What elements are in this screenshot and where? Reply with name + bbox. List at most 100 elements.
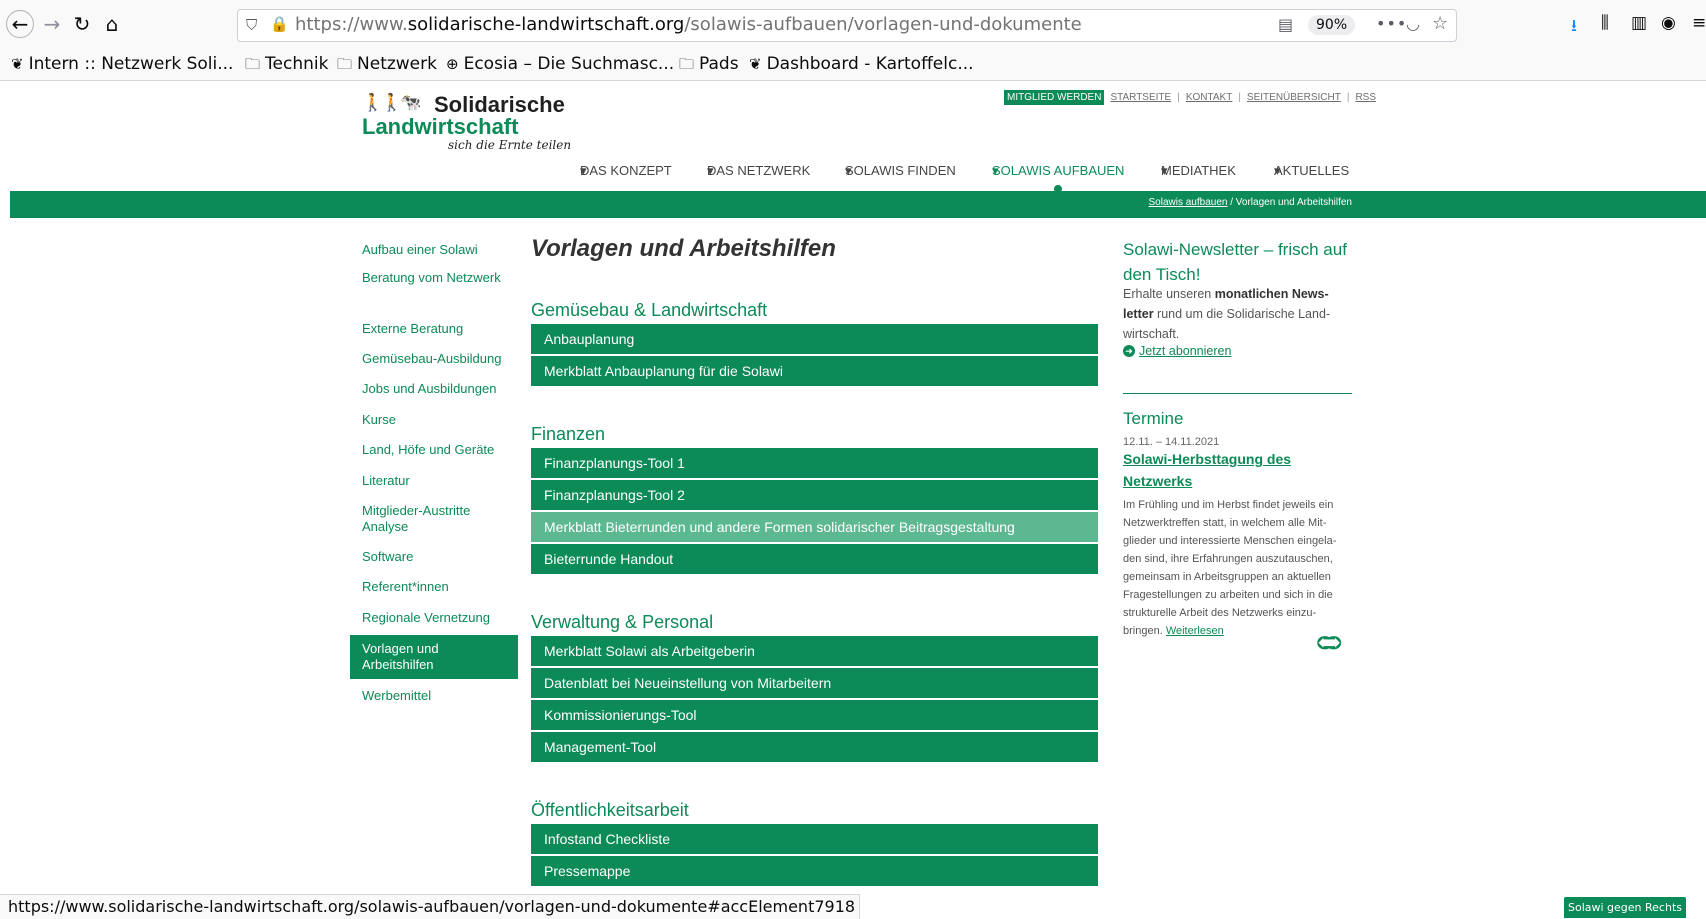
subnav-item-active[interactable]: Vorlagen und Arbeitshilfen [350,635,518,679]
reload-icon[interactable]: ↻ [68,10,96,38]
forward-icon[interactable]: → [38,10,66,38]
bookmark-item[interactable]: ⊕ Ecosia – Die Suchmasc... [446,54,674,74]
accordion-item[interactable]: Finanzplanungs-Tool 2 [531,480,1098,510]
subnav-item[interactable]: Gemüsebau-Ausbildung [350,351,518,367]
logo-tagline: sich die Ernte teilen [448,138,572,152]
next-arrow-icon[interactable]: ⮊ [1328,633,1342,653]
subnav-item[interactable]: Beratung vom Netzwerk [350,270,518,286]
bookmark-folder[interactable]: 🗀 Netzwerk [337,54,437,79]
reader-view-icon[interactable]: ▤ [1278,15,1293,34]
event-link[interactable]: Solawi-Herbsttagung des Netzwerks [1123,448,1352,492]
subnav-label: Aufbau einer Solawi [362,242,478,257]
download-icon[interactable]: ⭳ [1571,13,1577,42]
nav-label: SOLAWIS FINDEN [845,163,956,178]
url-host: solidarische-landwirtschaft.org [407,14,685,35]
section-title: Öffentlichkeitsarbeit [531,800,689,820]
read-more-link[interactable]: Weiterlesen [1166,625,1224,637]
subnav-item[interactable]: Literatur [350,473,518,489]
accordion-item-hovered[interactable]: Merkblatt Bieterrunden und andere Formen… [531,512,1098,542]
url-prefix: https://www. [295,14,408,35]
subnav-label: Software [362,549,414,564]
page-actions-icon[interactable]: ••• [1376,14,1407,33]
subnav-item[interactable]: Externe Beratung [350,321,518,337]
separator: | [1346,92,1350,103]
accordion-item[interactable]: Merkblatt Solawi als Arbeitgeberin [531,636,1098,666]
caret-down-icon: ▾ [1274,163,1281,178]
subnav-label: Gemüsebau-Ausbildung [362,351,502,366]
subscribe-label: Jetzt abonnieren [1139,344,1232,358]
subnav-label: Mitglieder-Austritte Analyse [362,503,471,534]
bookmark-item[interactable]: ❦ Intern :: Netzwerk Soli... [11,54,233,74]
bookmark-folder[interactable]: 🗀 Pads [679,54,739,79]
bookmark-label: Pads [699,54,739,74]
bookmark-label: Technik [265,54,329,74]
menu-icon[interactable]: ≡ [1692,13,1706,33]
subnav-label: Regionale Vernetzung [362,610,490,625]
bookmark-folder[interactable]: 🗀 Technik [245,54,328,79]
subnav-item[interactable]: Werbemittel [350,688,518,704]
sidebar-icon[interactable]: ▥ [1631,13,1647,33]
subnav-item[interactable]: Referent*innen [350,579,518,595]
lock-icon[interactable]: 🔒 [270,15,289,33]
breadcrumb-parent[interactable]: Solawis aufbauen [1149,197,1228,208]
caret-down-icon: ▾ [992,163,999,178]
browser-toolbar: ← → ↻ ⌂ ⛉ 🔒 https://www.solidarische-lan… [0,0,1706,50]
bookmark-label: Intern :: Netzwerk Soli... [28,54,234,74]
subnav-label: Vorlagen und Arbeitshilfen [362,641,439,672]
url-bar[interactable]: ⛉ 🔒 https://www.solidarische-landwirtsch… [237,9,1457,42]
nav-label: MEDIATHEK [1161,163,1236,178]
subnav-item[interactable]: Kurse [350,412,518,428]
subnav-item[interactable]: Land, Höfe und Geräte [350,442,518,458]
subnav-label: Werbemittel [362,688,432,703]
solawi-gegen-rechts-button[interactable]: Solawi gegen Rechts [1564,897,1686,918]
become-member-button[interactable]: MITGLIED WERDEN [1004,90,1105,105]
event-date: 12.11. – 14.11.2021 [1123,436,1220,448]
event-text: Im Frühling und im Herbst findet jeweils… [1123,499,1337,637]
subnav-label: Externe Beratung [362,321,464,336]
newsletter-text-b: rund um die Solidarische Land-wirtschaft… [1123,307,1331,341]
newsletter-title: Solawi-Newsletter – frisch auf den Tisch… [1123,240,1347,284]
subnav-item[interactable]: Mitglieder-Austritte Analyse [350,503,518,535]
accordion-item[interactable]: Datenblatt bei Neueinstellung von Mitarb… [531,668,1098,698]
pocket-icon[interactable]: ◡ [1406,14,1420,33]
accordion-item[interactable]: Pressemappe [531,856,1098,886]
home-icon[interactable]: ⌂ [98,10,126,38]
accordion-item[interactable]: Merkblatt Anbauplanung für die Solawi [531,356,1098,386]
separator: | [1177,92,1180,103]
breadcrumb-bar: Solawis aufbauen / Vorlagen und Arbeitsh… [10,191,1706,218]
subnav-item[interactable]: Software [350,549,518,565]
event-pager: ⮈⮊ [1317,633,1342,654]
breadcrumb: Solawis aufbauen / Vorlagen und Arbeitsh… [1149,197,1353,208]
accordion-item[interactable]: Management-Tool [531,732,1098,762]
accordion-item[interactable]: Kommissionierungs-Tool [531,700,1098,730]
accordion-item[interactable]: Finanzplanungs-Tool 1 [531,448,1098,478]
accordion-item[interactable]: Infostand Checkliste [531,824,1098,854]
meta-link-rss[interactable]: RSS [1355,92,1376,103]
accordion-item[interactable]: Anbauplanung [531,324,1098,354]
zoom-indicator[interactable]: 90% [1308,15,1356,35]
meta-link-home[interactable]: STARTSEITE [1110,92,1171,103]
subnav-item[interactable]: Jobs und Ausbildungen [350,381,518,397]
meta-link-contact[interactable]: KONTAKT [1186,92,1232,103]
bookmark-label: Dashboard - Kartoffelc... [766,54,974,74]
url-text[interactable]: https://www.solidarische-landwirtschaft.… [295,14,1082,35]
accordion-item[interactable]: Bieterrunde Handout [531,544,1098,574]
library-icon[interactable]: ⫼ [1601,13,1609,33]
subnav-label: Beratung vom Netzwerk [362,270,501,285]
nav-label: DAS KONZEPT [580,163,672,178]
tracking-shield-icon[interactable]: ⛉ [246,16,257,34]
solawi-icon: ❦ [749,55,762,73]
prev-arrow-icon[interactable]: ⮈ [1317,633,1331,653]
subnav-item[interactable]: Regionale Vernetzung [350,610,518,626]
bookmark-star-icon[interactable]: ☆ [1432,13,1448,34]
subscribe-link[interactable]: ➜ Jetzt abonnieren [1123,344,1231,358]
back-icon[interactable]: ← [6,10,34,38]
breadcrumb-current: Vorlagen und Arbeitshilfen [1235,197,1352,208]
site-logo[interactable]: 🚶🚶🐄 Solidarische Landwirtschaft sich die… [362,89,572,152]
folder-icon: 🗀 [337,55,353,73]
meta-link-sitemap[interactable]: SEITENÜBERSICHT [1247,92,1341,103]
bookmark-item[interactable]: ❦ Dashboard - Kartoffelc... [749,54,974,74]
subnav-item[interactable]: Aufbau einer Solawi [350,242,518,258]
nav-label: DAS NETZWERK [707,163,811,178]
account-icon[interactable]: ◉ [1661,13,1676,33]
